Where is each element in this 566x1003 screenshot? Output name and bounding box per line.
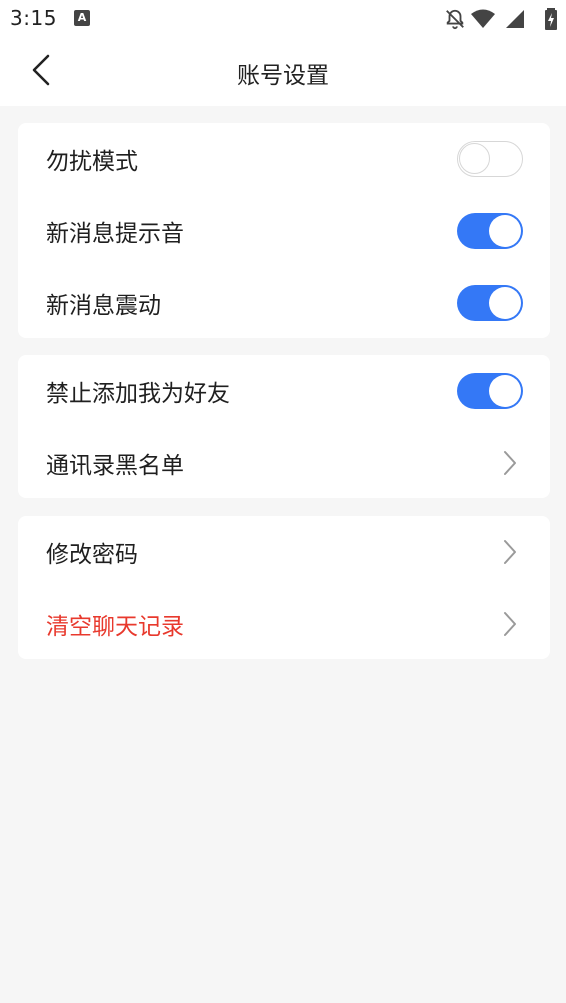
toggle-knob [489, 286, 521, 319]
setting-row-message-sound: 新消息提示音 [18, 195, 550, 267]
setting-row-do-not-disturb: 勿扰模式 [18, 123, 550, 195]
wifi-icon [471, 9, 495, 28]
setting-label: 清空聊天记录 [46, 613, 184, 640]
setting-label: 修改密码 [46, 542, 138, 568]
settings-group-notifications: 勿扰模式 新消息提示音 新消息震动 [18, 123, 550, 338]
page-title: 账号设置 [237, 63, 329, 89]
settings-group-privacy: 禁止添加我为好友 通讯录黑名单 [18, 355, 550, 498]
setting-label: 新消息提示音 [46, 221, 184, 247]
setting-row-message-vibrate: 新消息震动 [18, 267, 550, 338]
battery-charging-icon [545, 8, 557, 30]
toggle-knob [489, 215, 521, 247]
chevron-right-icon [504, 450, 516, 475]
message-sound-toggle[interactable] [457, 213, 523, 249]
setting-row-contacts-blacklist[interactable]: 通讯录黑名单 [18, 427, 550, 498]
notification-app-icon: A [74, 10, 90, 26]
chevron-right-icon [504, 611, 516, 636]
bell-off-icon [446, 9, 464, 30]
toggle-knob [459, 143, 490, 174]
setting-label: 新消息震动 [46, 292, 161, 319]
status-time: 3:15 [10, 6, 57, 30]
app-header: 账号设置 [0, 36, 566, 106]
status-bar: 3:15 A [0, 0, 566, 36]
block-friend-requests-toggle[interactable] [457, 373, 523, 409]
setting-label: 通讯录黑名单 [46, 452, 184, 479]
signal-icon [506, 10, 524, 28]
setting-label: 禁止添加我为好友 [46, 381, 230, 407]
setting-row-block-friend-requests: 禁止添加我为好友 [18, 355, 550, 427]
toggle-knob [489, 375, 521, 407]
chevron-right-icon [504, 540, 516, 564]
setting-label: 勿扰模式 [46, 149, 138, 175]
setting-row-clear-chat-history[interactable]: 清空聊天记录 [18, 588, 550, 659]
do-not-disturb-toggle[interactable] [457, 141, 523, 177]
setting-row-change-password[interactable]: 修改密码 [18, 516, 550, 588]
message-vibrate-toggle[interactable] [457, 284, 523, 321]
settings-group-account: 修改密码 清空聊天记录 [18, 516, 550, 659]
